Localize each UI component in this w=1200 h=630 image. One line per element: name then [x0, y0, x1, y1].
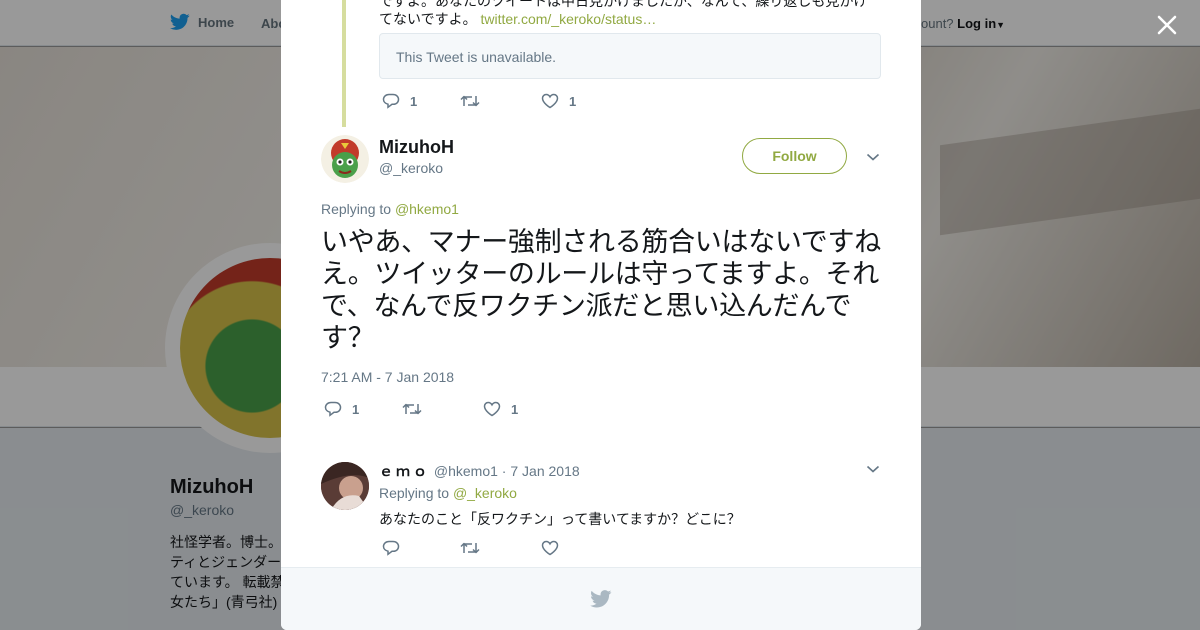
retweet-action[interactable] — [460, 93, 541, 109]
chevron-down-icon[interactable] — [866, 151, 880, 163]
modal-footer — [281, 567, 921, 630]
thread-line — [342, 0, 346, 127]
author-handle[interactable]: @_keroko — [379, 160, 443, 176]
reply-author-name[interactable]: ｅｍｏ — [379, 463, 430, 479]
author-avatar[interactable] — [321, 135, 369, 183]
reply-tweet-text: あなたのこと「反ワクチン」って書いてますか？どこに？ — [379, 512, 741, 528]
reply-author-avatar[interactable] — [321, 462, 369, 510]
retweet-icon — [460, 95, 480, 107]
header-separator: · — [497, 463, 511, 479]
like-action[interactable] — [541, 540, 559, 556]
replying-to: Replying to @hkemo1 — [321, 201, 459, 217]
reply-date[interactable]: 7 Jan 2018 — [510, 463, 579, 479]
like-count: 1 — [569, 93, 577, 109]
reply-count: 1 — [352, 401, 360, 417]
heart-icon — [483, 401, 501, 417]
like-count: 1 — [511, 401, 519, 417]
chevron-down-icon[interactable] — [866, 463, 880, 475]
reply-icon — [382, 540, 400, 556]
reply-action[interactable]: 1 — [324, 401, 402, 417]
reply-author-handle[interactable]: @hkemo1 — [434, 463, 498, 479]
retweet-icon — [460, 542, 480, 554]
like-action[interactable]: 1 — [541, 93, 576, 109]
reply-action[interactable] — [382, 540, 460, 556]
author-name[interactable]: MizuhoH — [379, 137, 454, 158]
reply-tweet-header: ｅｍｏ @hkemo1 · 7 Jan 2018 — [379, 461, 580, 481]
reply-tweet-actions — [382, 540, 559, 556]
frog-avatar-icon — [321, 135, 369, 183]
twitter-bird-icon — [590, 590, 612, 608]
retweet-action[interactable] — [460, 540, 541, 556]
reply-count: 1 — [410, 93, 418, 109]
unavailable-tweet-card: This Tweet is unavailable. — [379, 33, 881, 79]
parent-tweet-text: でずよ。あなたのツイートは中日見かけましたが、なんて、繰り返しも見かけてないです… — [379, 0, 879, 28]
retweet-icon — [402, 403, 422, 415]
replying-prefix: Replying to — [379, 485, 453, 501]
reply-replying-to: Replying to @_keroko — [379, 485, 517, 501]
heart-icon — [541, 93, 559, 109]
close-icon[interactable] — [1152, 10, 1182, 40]
retweet-action[interactable] — [402, 401, 483, 417]
quoted-status-link[interactable]: twitter.com/_keroko/status… — [480, 11, 656, 27]
tweet-timestamp[interactable]: 7:21 AM - 7 Jan 2018 — [321, 369, 454, 385]
replying-to-mention[interactable]: @hkemo1 — [395, 201, 459, 217]
follow-button[interactable]: Follow — [742, 138, 847, 174]
replying-prefix: Replying to — [321, 201, 395, 217]
photo-avatar-icon — [321, 462, 369, 510]
tweet-text: いやあ、マナー強制される筋合いはないですねえ。ツイッターのルールは守ってますよ。… — [321, 227, 881, 354]
tweet-modal: でずよ。あなたのツイートは中日見かけましたが、なんて、繰り返しも見かけてないです… — [281, 0, 921, 630]
reply-icon — [324, 401, 342, 417]
tweet-actions: 1 1 — [324, 401, 518, 417]
replying-to-mention[interactable]: @_keroko — [453, 485, 517, 501]
like-action[interactable]: 1 — [483, 401, 518, 417]
reply-action[interactable]: 1 — [382, 93, 460, 109]
reply-icon — [382, 93, 400, 109]
heart-icon — [541, 540, 559, 556]
parent-tweet-actions: 1 1 — [382, 93, 576, 109]
